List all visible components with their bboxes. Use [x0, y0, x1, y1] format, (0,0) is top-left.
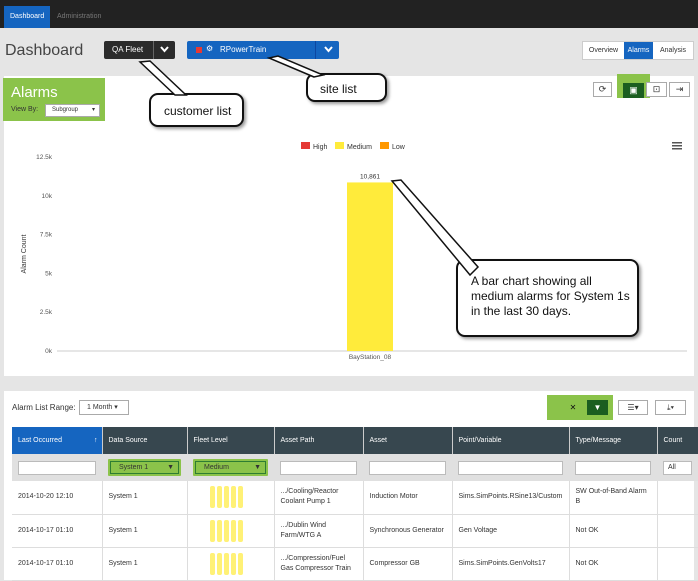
y-tick-label: 0k — [45, 348, 53, 355]
chart-bars: 10,861 BayStation_08 — [347, 173, 393, 361]
col-type-message[interactable]: Type/Message — [569, 427, 658, 454]
cell-data-source: System 1 — [102, 514, 188, 548]
cell-point-variable: Sims.SimPoints.RSine13/Custom — [452, 481, 570, 515]
cell-data-source: System 1 — [102, 547, 188, 581]
y-axis-ticks: 0k 2.5k 5k 7.5k 10k 12.5k — [36, 154, 53, 355]
caret-down-icon: ▼ — [254, 464, 261, 471]
cell-data-source: System 1 — [102, 481, 188, 515]
filter-count-value: All — [668, 463, 676, 471]
columns-button[interactable]: ☰▾ — [618, 400, 648, 415]
filter-button[interactable]: ▼ — [587, 400, 608, 415]
legend-swatch-medium — [335, 142, 344, 149]
cell-type-message: SW Out-of-Band Alarm B — [569, 481, 658, 515]
col-label: Last Occurred — [18, 437, 62, 444]
cell-count — [657, 547, 698, 581]
table-row[interactable]: 2014-10-20 12:10 System 1 .../Cooling/Re… — [12, 481, 698, 515]
x-tick-label: BayStation_08 — [349, 354, 392, 361]
callout-chart-text: A bar chart showing all medium alarms fo… — [471, 274, 630, 318]
cell-last-occurred: 2014-10-20 12:10 — [12, 481, 103, 515]
clear-filter-button[interactable]: ✕ — [563, 400, 583, 415]
cell-asset-path: .../Dublin Wind Farm/WTG A — [274, 514, 364, 548]
alarm-range-value: 1 Month — [87, 404, 113, 411]
caret-down-icon: ▼ — [167, 464, 174, 471]
callout-site: site list — [306, 73, 387, 102]
chevron-down-icon: ▾ — [114, 404, 118, 411]
col-asset[interactable]: Asset — [363, 427, 453, 454]
cell-type-message: Not OK — [569, 547, 658, 581]
list-icon: ☰▾ — [627, 403, 639, 412]
legend-swatch-low — [380, 142, 389, 149]
legend-swatch-high — [301, 142, 310, 149]
clear-filter-icon: ✕ — [569, 403, 577, 412]
callout-chart: A bar chart showing all medium alarms fo… — [456, 259, 639, 337]
col-data-source[interactable]: Data Source — [102, 427, 188, 454]
y-tick-label: 10k — [42, 193, 53, 200]
cell-point-variable: Sims.SimPoints.GenVolts17 — [452, 547, 570, 581]
filter-fleet-level[interactable]: Medium ▼ — [193, 459, 268, 476]
callout-site-text: site list — [320, 82, 357, 96]
filter-type-message[interactable] — [575, 460, 651, 475]
cell-last-occurred: 2014-10-17 01:10 — [12, 514, 103, 548]
callout-customer: customer list — [149, 93, 244, 127]
filter-asset-path[interactable] — [280, 460, 357, 475]
cell-asset: Synchronous Generator — [363, 514, 453, 548]
sort-arrow-icon: ↑ — [94, 437, 98, 444]
filter-icon: ▼ — [593, 403, 602, 412]
chart-legend: High Medium Low — [301, 142, 406, 151]
callout-customer-text: customer list — [164, 104, 232, 118]
table-row[interactable]: 2014-10-17 01:10 System 1 .../Compressio… — [12, 547, 698, 581]
alarm-range-label: Alarm List Range: — [12, 403, 76, 412]
alarm-range-select[interactable]: 1 Month ▾ — [79, 400, 129, 415]
cell-asset: Compressor GB — [363, 547, 453, 581]
filter-point-variable[interactable] — [458, 460, 563, 475]
col-asset-path[interactable]: Asset Path — [274, 427, 364, 454]
filter-asset[interactable] — [369, 460, 446, 475]
y-tick-label: 2.5k — [40, 309, 53, 316]
download-icon: ⤓▾ — [667, 403, 674, 412]
cell-count — [657, 481, 698, 515]
cell-type-message: Not OK — [569, 514, 658, 548]
y-tick-label: 5k — [45, 270, 53, 277]
cell-fleet-level — [187, 481, 275, 515]
legend-label-low[interactable]: Low — [392, 144, 406, 151]
y-tick-label: 12.5k — [36, 154, 53, 161]
cell-asset-path: .../Cooling/Reactor Coolant Pump 1 — [274, 481, 364, 515]
cell-count — [657, 514, 698, 548]
cell-asset: Induction Motor — [363, 481, 453, 515]
chart-menu-icon[interactable] — [672, 142, 682, 150]
col-last-occurred[interactable]: Last Occurred ↑ — [12, 427, 103, 454]
filter-row: System 1 ▼ Medium ▼ All — [12, 454, 698, 481]
filter-count[interactable]: All — [663, 460, 692, 475]
y-tick-label: 7.5k — [40, 232, 53, 239]
alarm-table: Last Occurred ↑ Data Source Fleet Level … — [12, 427, 698, 581]
y-axis-label: Alarm Count — [21, 234, 28, 273]
filter-fleet-level-value: Medium — [204, 464, 229, 471]
download-button[interactable]: ⤓▾ — [655, 400, 686, 415]
cell-asset-path: .../Compression/Fuel Gas Compressor Trai… — [274, 547, 364, 581]
cell-point-variable: Gen Voltage — [452, 514, 570, 548]
legend-label-high[interactable]: High — [313, 144, 328, 151]
cell-fleet-level — [187, 547, 275, 581]
filter-last-occurred[interactable] — [18, 460, 96, 475]
col-count[interactable]: Count — [657, 427, 698, 454]
bar-medium[interactable] — [347, 182, 393, 351]
bar-data-label: 10,861 — [360, 173, 380, 180]
filter-data-source-value: System 1 — [119, 464, 149, 471]
col-point-variable[interactable]: Point/Variable — [452, 427, 570, 454]
col-fleet-level[interactable]: Fleet Level — [187, 427, 275, 454]
cell-fleet-level — [187, 514, 275, 548]
filter-data-source[interactable]: System 1 ▼ — [108, 459, 181, 476]
table-row[interactable]: 2014-10-17 01:10 System 1 .../Dublin Win… — [12, 514, 698, 548]
cell-last-occurred: 2014-10-17 01:10 — [12, 547, 103, 581]
legend-label-medium[interactable]: Medium — [347, 144, 372, 151]
